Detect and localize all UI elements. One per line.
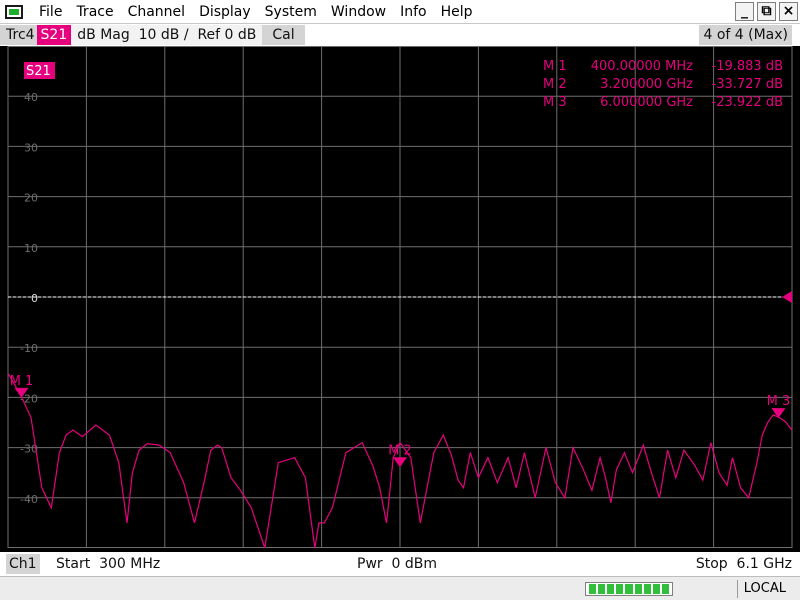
- menu-help[interactable]: Help: [434, 0, 480, 24]
- y-tick-label: 20: [24, 192, 38, 205]
- progress-segment: [589, 584, 597, 594]
- start-frequency[interactable]: Start 300 MHz: [56, 554, 160, 574]
- trace-cal[interactable]: Cal: [262, 25, 305, 45]
- marker-triangle-icon: [771, 408, 786, 419]
- progress-segment: [643, 584, 651, 594]
- menu-channel[interactable]: Channel: [121, 0, 192, 24]
- trace-name[interactable]: Trc4: [0, 25, 37, 45]
- marker-readout-value: -33.727 dB: [712, 77, 783, 92]
- stop-frequency[interactable]: Stop 6.1 GHz: [696, 554, 792, 574]
- menu-window[interactable]: Window: [324, 0, 393, 24]
- reference-value-label: 0: [31, 292, 38, 305]
- marker-readout-value: -19.883 dB: [712, 59, 783, 74]
- menu-display[interactable]: Display: [192, 0, 258, 24]
- window-controls: _ ⧉ ×: [735, 2, 798, 21]
- marker-readout-freq: 6.000000 GHz: [600, 95, 693, 110]
- reference-arrow-icon: [782, 291, 792, 303]
- trace-label-text: S21: [26, 64, 51, 79]
- restore-button[interactable]: ⧉: [757, 2, 776, 21]
- progress-segment: [625, 584, 633, 594]
- trace-plot[interactable]: 40302010-10-20-30-400S21 M 1 400.00000 MHz…: [0, 46, 800, 552]
- marker-label: M 3: [767, 394, 791, 409]
- menu-info[interactable]: Info: [393, 0, 434, 24]
- marker-readout-freq: 400.00000 MHz: [591, 59, 693, 74]
- close-button[interactable]: ×: [779, 2, 798, 21]
- progress-segment: [661, 584, 669, 594]
- marker-readout-id: M 1: [543, 59, 567, 74]
- progress-segment: [598, 584, 606, 594]
- y-tick-label: 40: [24, 91, 38, 104]
- y-tick-label: 30: [24, 141, 38, 154]
- power-level[interactable]: Pwr 0 dBm: [357, 554, 437, 574]
- y-tick-label: 10: [24, 242, 38, 255]
- trace-count: 4 of 4 (Max): [699, 25, 792, 45]
- progress-segment: [634, 584, 642, 594]
- marker-label: M 2: [388, 443, 412, 458]
- progress-segment: [652, 584, 660, 594]
- diagram-area[interactable]: 40 30 20 10 -10 -20 -30 -40 0 S21 M 1 400.00000 MHz…: [0, 46, 800, 552]
- status-bar: LOCAL: [0, 576, 800, 600]
- y-tick-label: -10: [20, 342, 38, 355]
- y-tick-label: -40: [20, 493, 38, 506]
- minimize-button[interactable]: _: [735, 2, 754, 21]
- local-indicator: LOCAL: [736, 580, 786, 598]
- progress-segment: [616, 584, 624, 594]
- marker-readout-id: M 3: [543, 95, 567, 110]
- trace-bar: Trc4 S21 dB Mag 10 dB / Ref 0 dB Cal 4 o…: [0, 24, 800, 46]
- channel-bar: Ch1 Start 300 MHz Pwr 0 dBm Stop 6.1 GHz: [0, 552, 800, 576]
- menu-system[interactable]: System: [258, 0, 324, 24]
- channel-name[interactable]: Ch1: [6, 554, 40, 574]
- trace-parameter[interactable]: S21: [36, 25, 72, 45]
- marker-triangle-icon: [393, 457, 407, 468]
- marker-label: M 1: [10, 374, 34, 389]
- trace-format[interactable]: dB Mag 10 dB / Ref 0 dB: [71, 25, 263, 45]
- progress-segment: [607, 584, 615, 594]
- sweep-progress: [585, 582, 673, 596]
- menu-file[interactable]: File: [32, 0, 69, 24]
- marker-readout-id: M 2: [543, 77, 567, 92]
- marker-readout-value: -23.922 dB: [712, 95, 783, 110]
- menu-trace[interactable]: Trace: [69, 0, 120, 24]
- app-icon: [5, 4, 23, 19]
- menu-bar: File Trace Channel Display System Window…: [0, 0, 800, 24]
- marker-readout-freq: 3.200000 GHz: [600, 77, 693, 92]
